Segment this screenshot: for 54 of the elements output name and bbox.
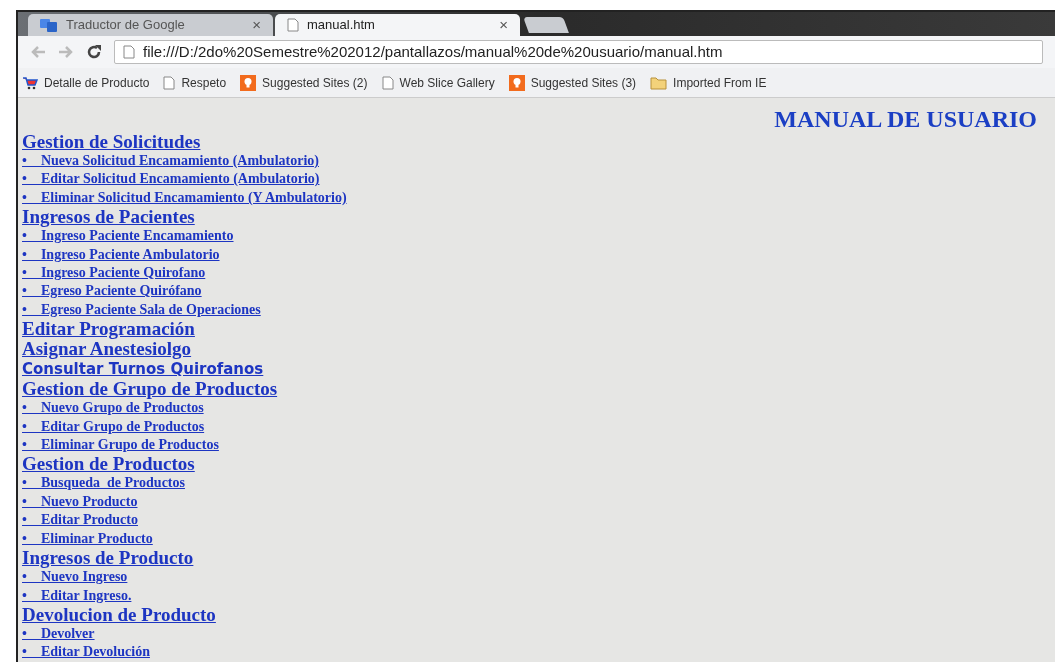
page-icon (163, 75, 176, 90)
section-link[interactable]: Gestion de Grupo de Productos (22, 379, 278, 400)
tab-title: Traductor de Google (66, 16, 186, 35)
section-link[interactable]: Asignar Anestesiolgo (22, 339, 192, 360)
tab-title: manual.htm (307, 16, 376, 35)
bookmark[interactable]: Respeto (163, 73, 227, 92)
item-link[interactable]: • Editar Ingreso. (22, 586, 132, 605)
lightbulb-icon (240, 74, 257, 91)
bookmark[interactable]: Suggested Sites (2) (240, 73, 368, 92)
close-tab-button[interactable]: × (252, 13, 261, 37)
url-text: file:///D:/2do%20Semestre%202012/pantallazos/manual%20de%20usuario/manual.htm (143, 41, 723, 62)
section-link[interactable]: Gestion de Productos (22, 454, 195, 475)
bookmark[interactable]: Web Slice Gallery (381, 73, 495, 92)
browser-tab[interactable]: manual.htm × (275, 14, 520, 36)
item-link[interactable]: • Editar Grupo de Productos (22, 417, 205, 437)
section-link[interactable]: Editar Programación (22, 319, 195, 340)
item-link[interactable]: • Editar Producto (22, 511, 138, 530)
item-link[interactable]: • Busqueda de Productos (22, 474, 185, 493)
translate-icon (40, 17, 58, 33)
browser-tab[interactable]: Traductor de Google × (28, 14, 273, 36)
item-link[interactable]: • Ingreso Paciente Encamamiento (22, 227, 234, 246)
section-link[interactable]: Ingresos de Producto (22, 548, 194, 569)
item-link[interactable]: • Devolver (22, 624, 95, 644)
page-icon (123, 45, 135, 59)
folder-icon (650, 75, 668, 90)
address-bar[interactable]: file:///D:/2do%20Semestre%202012/pantallazos/manual%20de%20usuario/manual.htm (114, 40, 1043, 64)
item-link[interactable]: • Nueva Solicitud Encamamiento (Ambulatorio) (22, 152, 319, 171)
bookmark[interactable]: Imported From IE (650, 73, 767, 92)
item-link[interactable]: • Eliminar Grupo de Productos (22, 436, 219, 455)
section-link[interactable]: Ingresos de Pacientes (22, 207, 195, 228)
page-title: MANUAL DE USUARIO (774, 106, 1037, 132)
section-link[interactable]: Consultar Turnos Quirofanos (22, 359, 264, 380)
new-tab-button[interactable] (523, 17, 569, 33)
item-link[interactable]: • Eliminar Solicitud Encamamiento (Y Ambulatorio) (22, 188, 347, 208)
cart-icon (22, 75, 38, 90)
page-icon (381, 75, 394, 90)
section-link[interactable]: Devolucion de Producto (22, 604, 216, 625)
bookmark[interactable]: Suggested Sites (3) (508, 73, 637, 92)
item-link[interactable]: • Nuevo Ingreso (22, 568, 128, 587)
section-link[interactable]: Gestion de Solicitudes (22, 132, 201, 152)
item-link[interactable]: • Editar Devolución (22, 643, 150, 662)
item-link[interactable]: • Nuevo Producto (22, 492, 138, 512)
item-link[interactable]: • Editar Solicitud Encamamiento (Ambulatorio) (22, 170, 320, 189)
close-tab-button[interactable]: × (499, 13, 508, 37)
item-link[interactable]: • Eliminar Producto (22, 529, 153, 549)
lightbulb-icon (508, 74, 525, 91)
reload-icon[interactable] (86, 44, 102, 60)
item-link[interactable]: • Ingreso Paciente Quirofano (22, 264, 206, 283)
page-icon (287, 18, 299, 32)
item-link[interactable]: • Nuevo Grupo de Productos (22, 399, 204, 418)
item-link[interactable]: • Ingreso Paciente Ambulatorio (22, 245, 220, 265)
item-link[interactable]: • Egreso Paciente Quirófano (22, 282, 202, 301)
item-link[interactable]: • Egreso Paciente Sala de Operaciones (22, 300, 261, 320)
bookmark[interactable]: Detalle de Producto (22, 73, 150, 92)
